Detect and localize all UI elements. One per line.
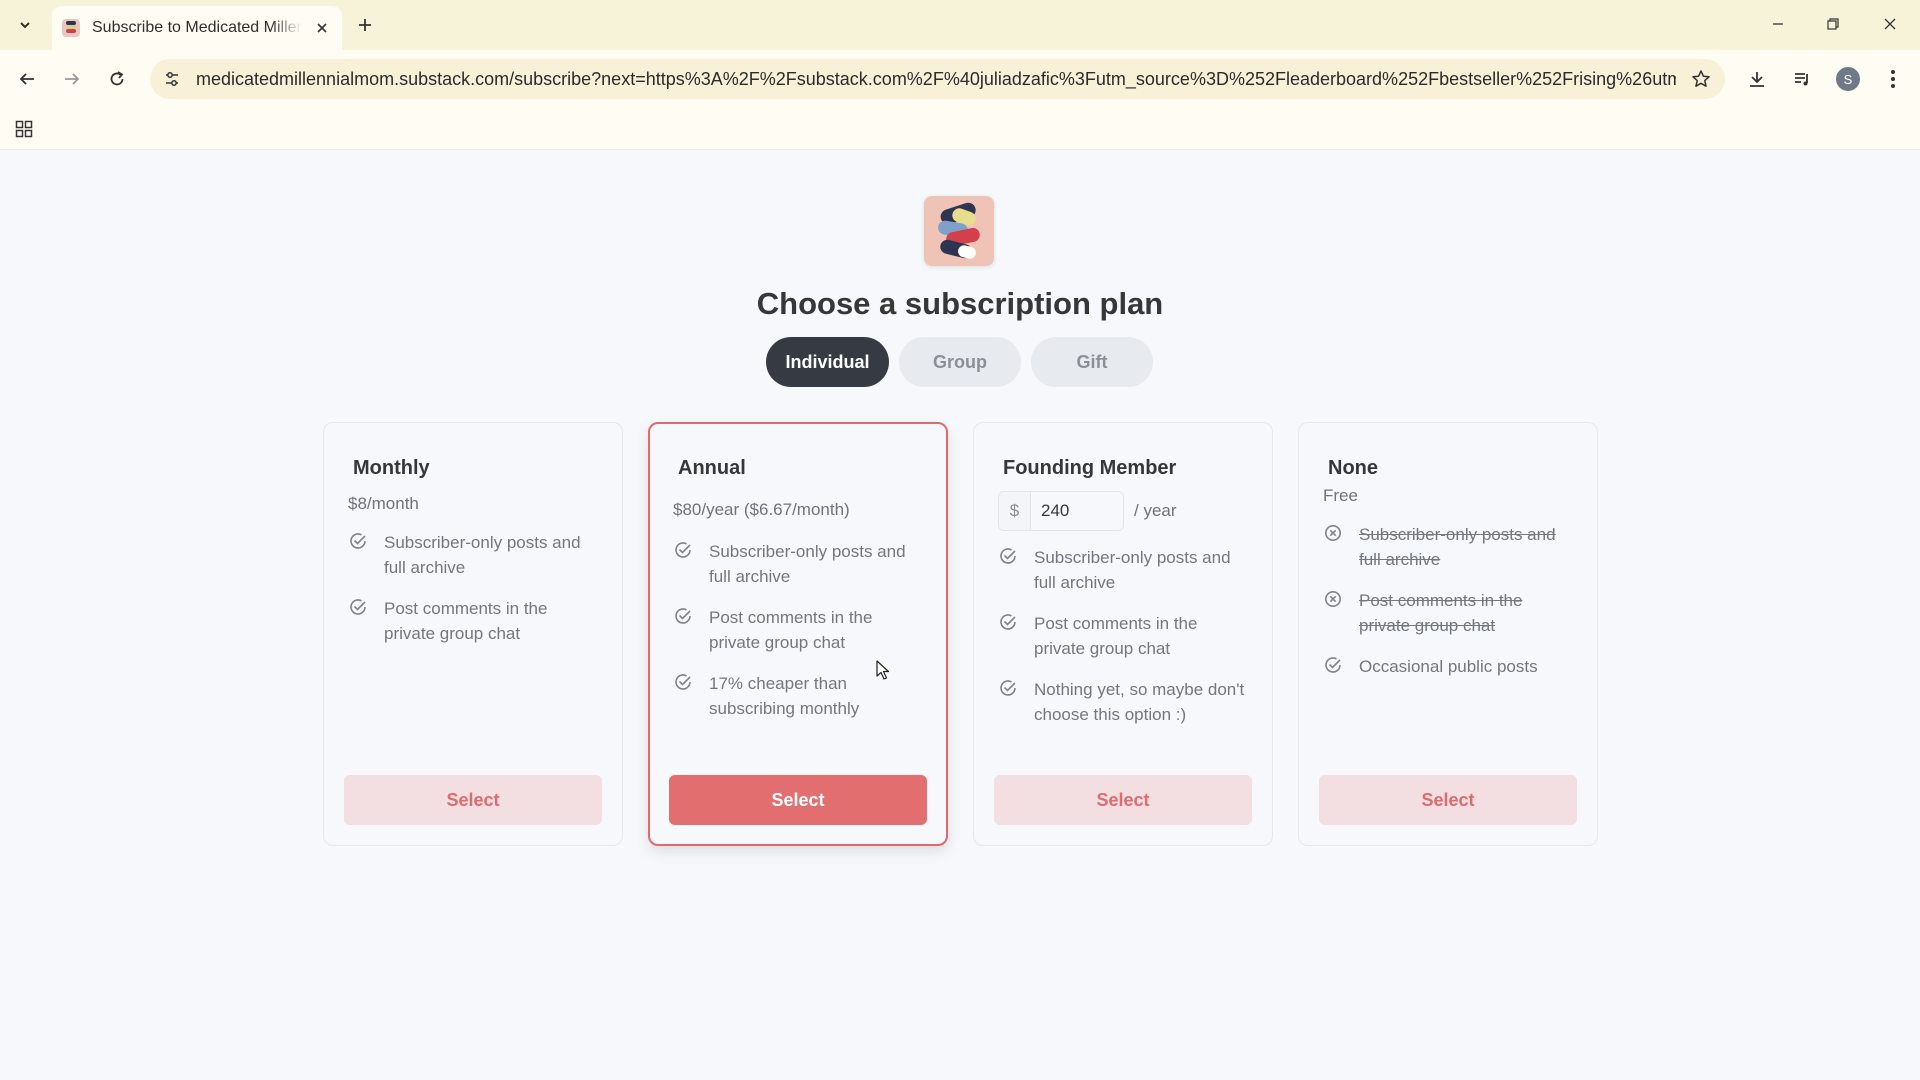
close-icon[interactable] [312,18,332,38]
founding-amount-input[interactable] [1031,492,1123,530]
feature-item: Occasional public posts [1323,654,1573,679]
x-circle-icon [1325,591,1341,607]
plan-price: Free [1323,486,1358,505]
page-title: Choose a subscription plan [756,286,1164,321]
plan-name: Monthly [353,457,430,479]
feature-item: Nothing yet, so maybe don't choose this … [998,677,1248,727]
plan-name: Founding Member [1003,457,1177,479]
feature-text: Post comments in the private group chat [384,599,548,643]
tab-title: Subscribe to Medicated Millennial Mom [92,19,302,36]
feature-text: Subscriber-only posts and full archive [384,533,581,577]
subscribe-page: Choose a subscription plan Individual Gr… [0,151,1920,1080]
x-circle-icon [1325,525,1341,541]
back-icon[interactable] [11,63,43,95]
plan-name: Annual [678,457,746,479]
feature-text: Post comments in the private group chat [1034,614,1198,658]
select-founding-member-button[interactable]: Select [994,775,1252,825]
feature-text: Post comments in the private group chat [709,608,873,652]
check-circle-icon [1325,657,1341,673]
feature-item: Post comments in the private group chat [348,596,598,646]
feature-list: Subscriber-only posts and full archive P… [1323,522,1573,695]
profile-initial: S [1836,67,1860,91]
check-circle-icon [350,599,366,615]
reload-icon[interactable] [101,63,133,95]
plan-price: $8/month [348,494,419,513]
plan-card-annual[interactable]: Annual $80/year ($6.67/month) Subscriber… [648,422,948,846]
feature-item: Subscriber-only posts and full archive [348,530,598,580]
feature-text: Post comments in the private group chat [1359,591,1523,635]
check-circle-icon [1000,680,1016,696]
check-circle-icon [675,674,691,690]
check-circle-icon [675,542,691,558]
apps-icon[interactable] [12,117,36,141]
check-circle-icon [1000,614,1016,630]
feature-list: Subscriber-only posts and full archive P… [673,539,923,737]
tab-search-icon[interactable] [8,10,42,40]
feature-text: Subscriber-only posts and full archive [1359,525,1556,569]
bookmark-star-icon[interactable] [1689,67,1713,91]
feature-text: 17% cheaper than subscribing monthly [709,674,860,718]
amount-period: / year [1134,501,1177,520]
tab-group[interactable]: Group [899,337,1021,387]
feature-text: Subscriber-only posts and full archive [709,542,906,586]
download-icon[interactable] [1741,63,1773,95]
forward-icon[interactable] [56,63,88,95]
plan-card-none[interactable]: None Free Subscriber-only posts and full… [1298,422,1598,846]
check-circle-icon [1000,548,1016,564]
plan-card-founding-member[interactable]: Founding Member $ / year Subscriber-only… [973,422,1273,846]
restore-icon[interactable] [1813,8,1853,40]
address-bar[interactable]: medicatedmillennialmom.substack.com/subs… [150,59,1725,99]
feature-item: Post comments in the private group chat [673,605,923,655]
founding-amount-row: $ / year [998,491,1177,531]
feature-text: Occasional public posts [1359,657,1538,676]
feature-list: Subscriber-only posts and full archive P… [998,545,1248,743]
check-circle-icon [350,533,366,549]
mouse-cursor-icon [876,660,890,680]
site-favicon-icon [62,19,80,37]
feature-text: Nothing yet, so maybe don't choose this … [1034,680,1245,724]
tab-gift[interactable]: Gift [1031,337,1153,387]
tab-individual[interactable]: Individual [766,337,889,387]
select-none-button[interactable]: Select [1319,775,1577,825]
feature-item: Subscriber-only posts and full archive [673,539,923,589]
plan-card-monthly[interactable]: Monthly $8/month Subscriber-only posts a… [323,422,623,846]
publication-logo [924,196,994,266]
feature-item: Post comments in the private group chat [998,611,1248,661]
plus-icon[interactable] [352,12,378,38]
currency-symbol: $ [999,492,1031,530]
browser-tab[interactable]: Subscribe to Medicated Millennial Mom [52,6,342,50]
plan-price: $80/year ($6.67/month) [673,500,850,519]
close-window-icon[interactable] [1870,8,1910,40]
more-icon[interactable] [1877,63,1909,95]
url-text: medicatedmillennialmom.substack.com/subs… [196,69,1676,89]
browser-toolbar: medicatedmillennialmom.substack.com/subs… [0,50,1920,108]
feature-item: Subscriber-only posts and full archive [998,545,1248,595]
plan-type-tabs: Individual Group Gift [766,337,1153,387]
bookmarks-bar [0,108,1920,150]
amount-field: $ [998,491,1124,531]
media-icon[interactable] [1786,63,1818,95]
check-circle-icon [675,608,691,624]
profile-avatar[interactable]: S [1832,63,1864,95]
plan-name: None [1328,457,1378,479]
feature-item: Post comments in the private group chat [1323,588,1573,638]
minimize-icon[interactable] [1758,8,1798,40]
feature-list: Subscriber-only posts and full archive P… [348,530,598,662]
browser-tab-strip: Subscribe to Medicated Millennial Mom [0,0,1920,50]
select-annual-button[interactable]: Select [669,775,927,825]
select-monthly-button[interactable]: Select [344,775,602,825]
site-info-icon[interactable] [160,67,184,91]
feature-text: Subscriber-only posts and full archive [1034,548,1231,592]
feature-item: Subscriber-only posts and full archive [1323,522,1573,572]
